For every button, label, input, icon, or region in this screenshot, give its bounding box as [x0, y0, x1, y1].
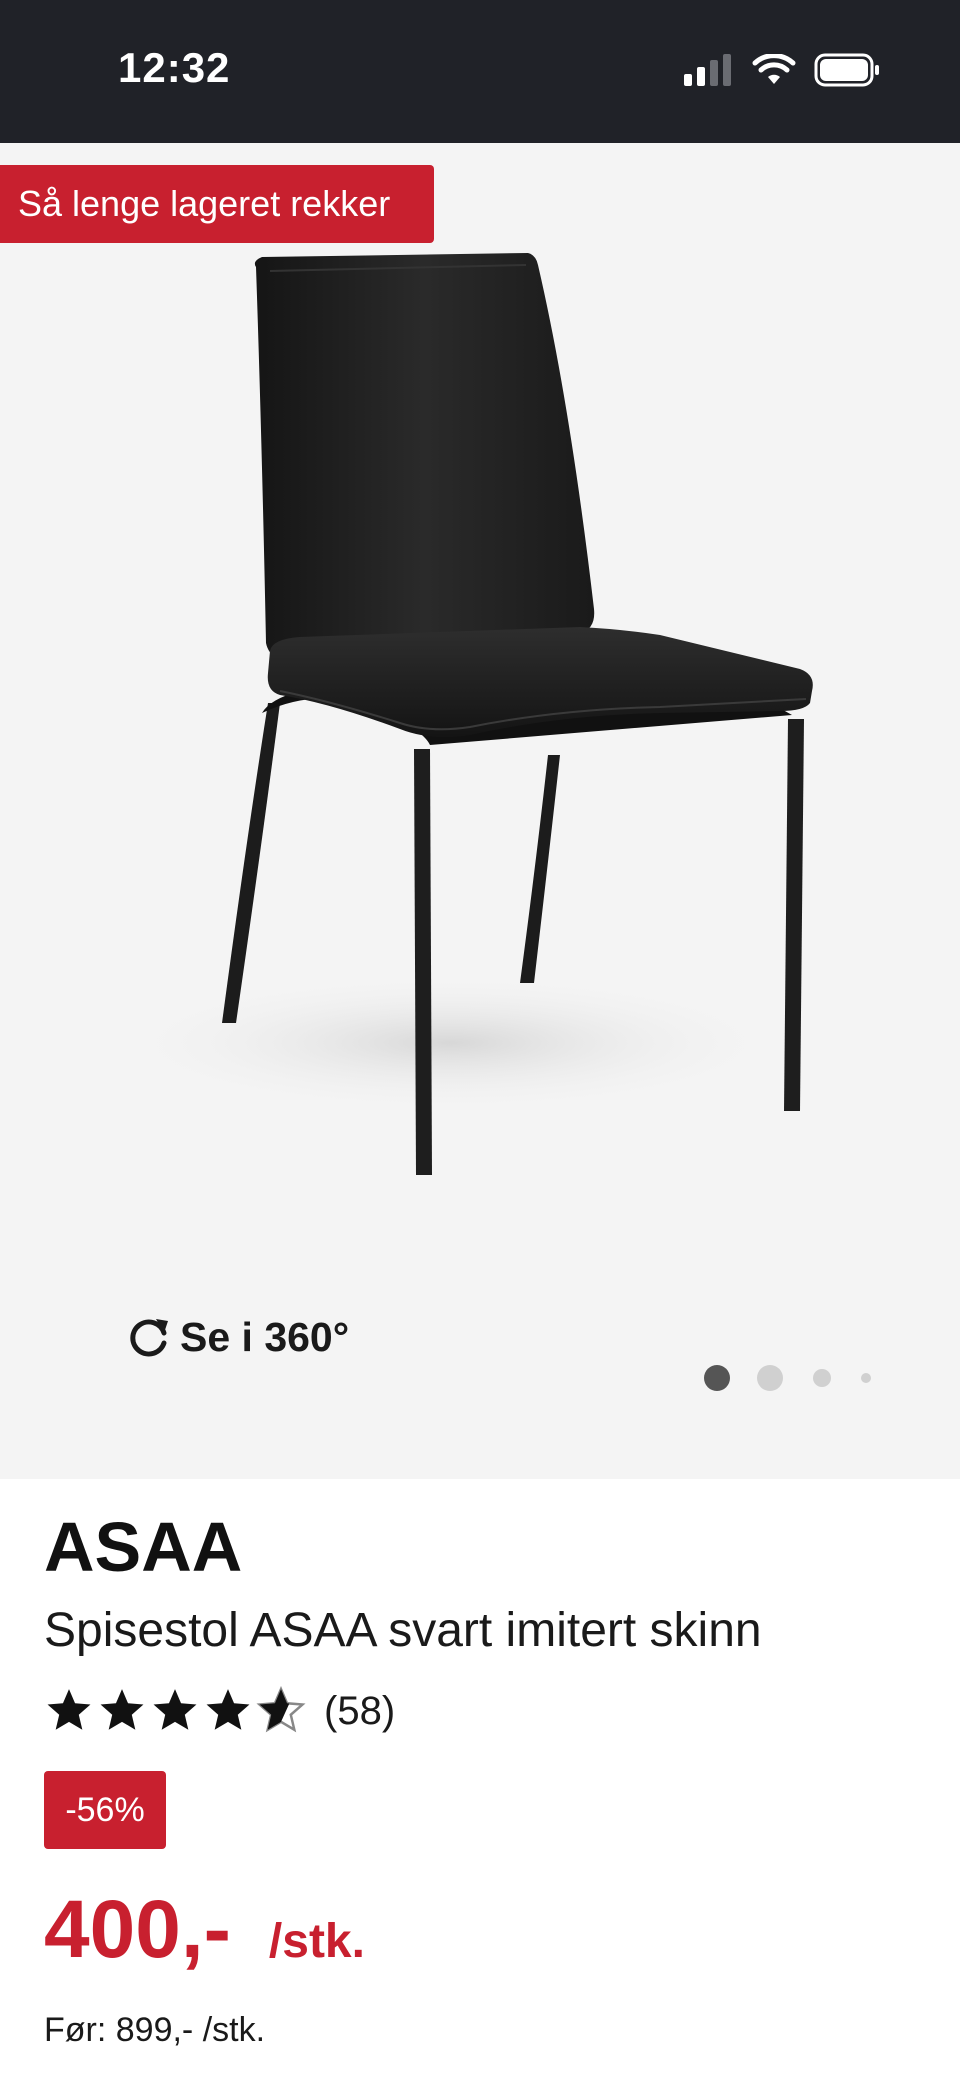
carousel-dot-1[interactable]	[704, 1365, 730, 1391]
view-360-label: Se i 360°	[180, 1313, 350, 1360]
brand-name: ASAA	[44, 1508, 243, 1586]
stock-badge: Så lenge lageret rekker	[0, 165, 434, 243]
signal-icon	[684, 54, 731, 86]
star-icon	[206, 1689, 250, 1730]
view-360-button[interactable]: Se i 360°	[126, 1309, 349, 1365]
review-count[interactable]: (58)	[324, 1689, 395, 1734]
status-icons	[684, 52, 880, 88]
wifi-icon	[752, 54, 796, 84]
carousel-dot-2[interactable]	[757, 1365, 783, 1391]
discount-badge: -56%	[44, 1771, 166, 1849]
star-icon	[100, 1689, 144, 1730]
rotate-icon	[130, 1319, 168, 1357]
rating-row[interactable]: (58)	[44, 1683, 395, 1739]
star-icon	[47, 1689, 91, 1730]
price-row: 400,- /stk.	[44, 1883, 365, 1977]
product-info: ASAA Spisestol ASAA svart imitert skinn …	[0, 1479, 960, 2079]
product-image	[110, 253, 813, 1175]
star-rating	[44, 1686, 306, 1736]
price-unit: /stk.	[268, 1915, 365, 1968]
product-name: Spisestol ASAA svart imitert skinn	[44, 1604, 762, 1657]
carousel-dot-4[interactable]	[861, 1373, 871, 1383]
half-star-icon	[256, 1686, 306, 1733]
status-bar: 12:32	[0, 0, 960, 143]
star-icon	[153, 1689, 197, 1730]
product-image-gallery[interactable]: Så lenge lageret rekker Se i 360°	[0, 143, 960, 1479]
price: 400,-	[44, 1884, 231, 1975]
carousel-dot-3[interactable]	[813, 1369, 831, 1387]
old-price: Før: 899,- /stk.	[44, 2011, 266, 2049]
status-time: 12:32	[118, 44, 231, 91]
battery-icon	[814, 53, 879, 87]
